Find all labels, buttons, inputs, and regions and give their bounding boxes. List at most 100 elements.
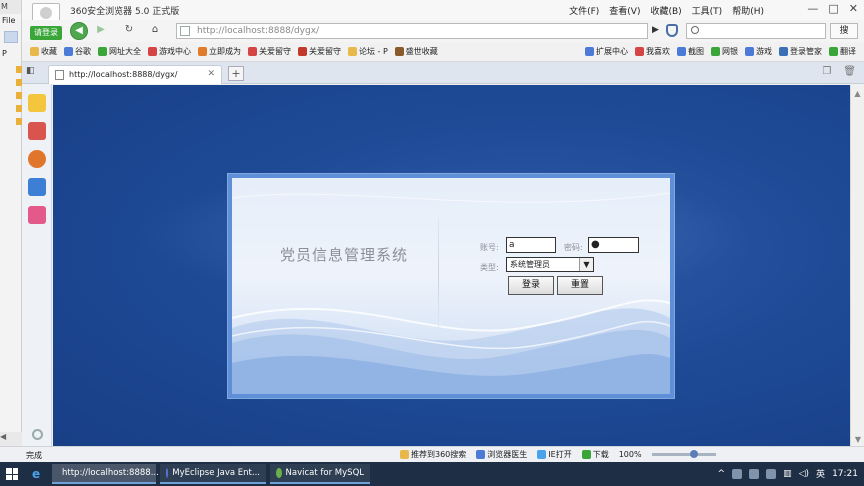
status-item[interactable]: IE打开 — [537, 449, 572, 460]
scroll-up-icon[interactable]: ▲ — [851, 89, 864, 98]
login-panel-inner: 党员信息管理系统 账号: a 密码: ● 类型: 系统管理员 ▼ 登录 重置 — [232, 178, 670, 394]
background-app-tab-label[interactable]: P — [0, 47, 21, 60]
toolbar-item[interactable]: 网银 — [711, 46, 738, 57]
status-item[interactable]: 下载 — [581, 449, 609, 460]
chevron-down-icon[interactable]: ▼ — [579, 258, 593, 271]
bookmarks-bar: 收藏 谷歌 网址大全 游戏中心 立即成为 关爱留守 关爱留守 论坛 - P 盛世收藏 扩展中心 我喜… — [22, 42, 864, 62]
toolbar-item[interactable]: 截图 — [677, 46, 704, 57]
status-item[interactable]: 推荐到360搜索 — [400, 449, 466, 460]
login-button[interactable]: 登录 — [508, 276, 554, 295]
go-button[interactable]: ▶ — [652, 25, 659, 35]
status-item-icon — [400, 450, 409, 459]
tray-app-icon[interactable] — [766, 468, 777, 479]
bookmark-item[interactable]: 论坛 - P — [348, 46, 388, 57]
toolbar-item[interactable]: 游戏 — [745, 46, 772, 57]
toolbar-label: 扩展中心 — [596, 47, 628, 56]
bookmark-item[interactable]: 网址大全 — [98, 46, 141, 57]
home-button[interactable]: ⌂ — [146, 22, 164, 40]
bookmark-item[interactable]: 关爱留守 — [248, 46, 291, 57]
address-text[interactable]: http://localhost:8888/dygx/ — [197, 26, 319, 36]
password-input[interactable]: ● — [588, 237, 639, 253]
tray-app-icon[interactable] — [732, 468, 743, 479]
volume-icon[interactable]: ◁) — [799, 469, 809, 479]
menu-view[interactable]: 查看(V) — [609, 4, 640, 17]
bookmark-label: 立即成为 — [209, 47, 241, 56]
restore-tabs-icon[interactable]: ❐ — [822, 66, 831, 77]
toolbar-item[interactable]: 翻译 — [829, 46, 856, 57]
vertical-scrollbar[interactable]: ▲ ▼ — [850, 85, 864, 446]
back-button[interactable]: ◀ — [70, 22, 88, 40]
new-tab-button[interactable]: + — [228, 66, 244, 81]
menu-help[interactable]: 帮助(H) — [732, 4, 764, 17]
minimize-button[interactable]: — — [807, 2, 818, 15]
account-input[interactable]: a — [506, 237, 556, 253]
phone-icon[interactable] — [28, 178, 46, 196]
status-text: 完成 — [26, 451, 42, 460]
calendar-icon[interactable] — [28, 122, 46, 140]
shield-icon[interactable] — [666, 24, 678, 37]
tab-close-icon[interactable]: ✕ — [207, 69, 215, 79]
trash-icon[interactable]: 🗑 — [843, 66, 856, 77]
left-scroll-arrow-icon[interactable]: ◀ — [0, 432, 22, 446]
bookmark-icon — [98, 47, 107, 56]
zoom-slider-thumb[interactable] — [689, 450, 698, 458]
tray-expand-icon[interactable]: ^ — [718, 469, 726, 479]
toolbar-item[interactable]: 扩展中心 — [585, 46, 628, 57]
menu-favorites[interactable]: 收藏(B) — [650, 4, 681, 17]
status-item[interactable]: 浏览器医生 — [476, 449, 527, 460]
type-select[interactable]: 系统管理员 ▼ — [506, 257, 594, 272]
task-myeclipse[interactable]: MyEclipse Java Ent... — [160, 464, 266, 484]
bookmark-item[interactable]: 谷歌 — [64, 46, 91, 57]
zoom-level[interactable]: 100% — [619, 450, 642, 459]
reset-button[interactable]: 重置 — [557, 276, 603, 295]
task-browser[interactable]: http://localhost:8888... — [52, 464, 159, 484]
background-app-strip: M File P — [0, 0, 23, 462]
bookmark-item[interactable]: 游戏中心 — [148, 46, 191, 57]
clock[interactable]: 17:21 — [832, 469, 858, 479]
favorites-star-icon[interactable] — [28, 94, 46, 112]
toolbar-label: 游戏 — [756, 47, 772, 56]
search-button[interactable]: 搜 — [830, 23, 858, 39]
status-bar: 完成 推荐到360搜索 浏览器医生 IE打开 下载 100% — [0, 446, 864, 462]
refresh-button[interactable]: ↻ — [120, 22, 138, 40]
background-app-toolbar-icon[interactable] — [4, 31, 18, 43]
weibo-icon[interactable] — [28, 150, 46, 168]
bookmark-item[interactable]: 立即成为 — [198, 46, 241, 57]
menu-file[interactable]: 文件(F) — [569, 4, 599, 17]
search-input[interactable] — [686, 23, 826, 39]
ime-indicator[interactable]: 英 — [816, 467, 825, 480]
bookmark-icon — [198, 47, 207, 56]
bookmark-icon — [64, 47, 73, 56]
background-app-file-menu[interactable]: File — [0, 14, 21, 27]
toolbar-item[interactable]: 登录管家 — [779, 46, 822, 57]
tab-tools: ❐ 🗑 — [822, 66, 856, 77]
side-panel — [22, 84, 52, 446]
status-item-label: 下载 — [592, 450, 609, 459]
address-bar[interactable]: http://localhost:8888/dygx/ — [176, 23, 648, 39]
bookmark-item[interactable]: 收藏 — [30, 46, 57, 57]
gear-icon[interactable] — [32, 429, 43, 440]
close-button[interactable]: ✕ — [849, 2, 858, 15]
bookmark-item[interactable]: 关爱留守 — [298, 46, 341, 57]
network-icon[interactable]: ▥ — [783, 469, 792, 479]
navicat-icon — [276, 468, 282, 478]
bookmark-item[interactable]: 盛世收藏 — [394, 46, 438, 57]
status-item-label: 浏览器医生 — [487, 450, 528, 459]
sidebar-toggle-icon[interactable]: ◧ — [26, 66, 40, 79]
toolbar-item[interactable]: 我喜欢 — [635, 46, 670, 57]
task-navicat[interactable]: Navicat for MySQL — [270, 464, 370, 484]
menu-tools[interactable]: 工具(T) — [692, 4, 723, 17]
forward-button[interactable]: ▶ — [92, 22, 110, 40]
bookmark-label: 论坛 - P — [359, 47, 388, 56]
tab-localhost[interactable]: http://localhost:8888/dygx/ ✕ — [48, 65, 222, 84]
toolbar-label: 网银 — [722, 47, 738, 56]
login-badge-button[interactable]: 请登录 — [30, 26, 62, 40]
shopping-icon[interactable] — [28, 206, 46, 224]
scroll-down-icon[interactable]: ▼ — [851, 435, 864, 444]
zoom-slider[interactable] — [651, 450, 716, 458]
tray-app-icon[interactable] — [749, 468, 760, 479]
tab-bar: ◧ http://localhost:8888/dygx/ ✕ + ❐ 🗑 — [22, 62, 864, 84]
maximize-button[interactable]: □ — [828, 2, 838, 15]
ie-icon[interactable]: e — [32, 467, 40, 481]
start-button[interactable] — [6, 468, 18, 480]
